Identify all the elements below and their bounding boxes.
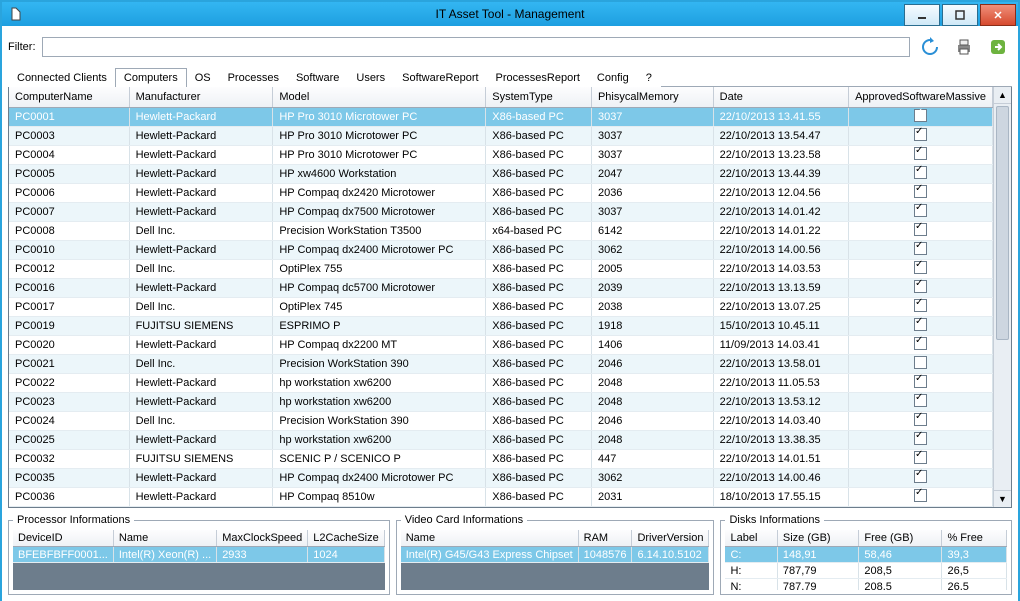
table-row[interactable]: PC0025Hewlett-Packardhp workstation xw62… — [9, 431, 993, 450]
column-header[interactable]: ApprovedSoftwareMassive — [849, 87, 993, 108]
table-row[interactable]: PC0003Hewlett-PackardHP Pro 3010 Microto… — [9, 127, 993, 146]
approved-checkbox[interactable] — [914, 280, 927, 293]
column-header[interactable]: Free (GB) — [859, 530, 942, 547]
tab-os[interactable]: OS — [186, 68, 220, 87]
table-row[interactable]: PC0001Hewlett-PackardHP Pro 3010 Microto… — [9, 108, 993, 127]
column-header[interactable]: L2CacheSize — [308, 530, 384, 547]
approved-checkbox[interactable] — [914, 147, 927, 160]
tab-softwarereport[interactable]: SoftwareReport — [393, 68, 487, 87]
approved-checkbox[interactable] — [914, 356, 927, 369]
approved-checkbox[interactable] — [914, 394, 927, 407]
approved-checkbox[interactable] — [914, 337, 927, 350]
column-header[interactable]: Name — [113, 530, 216, 547]
column-header[interactable]: Manufacturer — [129, 87, 273, 108]
approved-checkbox[interactable] — [914, 413, 927, 426]
table-row[interactable]: PC0035Hewlett-PackardHP Compaq dx2400 Mi… — [9, 469, 993, 488]
approved-checkbox[interactable] — [914, 109, 927, 122]
table-row[interactable]: N:787,79208,526,5 — [725, 579, 1006, 591]
export-icon — [988, 37, 1008, 57]
column-header[interactable]: ComputerName — [9, 87, 129, 108]
table-row[interactable]: PC0036Hewlett-PackardHP Compaq 8510wX86-… — [9, 488, 993, 507]
column-header[interactable]: DriverVersion — [632, 530, 709, 547]
column-header[interactable]: Label — [725, 530, 777, 547]
table-row[interactable]: PC0019FUJITSU SIEMENSESPRIMO PX86-based … — [9, 317, 993, 336]
tab-connected-clients[interactable]: Connected Clients — [8, 68, 116, 87]
tab-processesreport[interactable]: ProcessesReport — [487, 68, 589, 87]
approved-checkbox[interactable] — [914, 128, 927, 141]
approved-checkbox[interactable] — [914, 451, 927, 464]
table-row[interactable]: PC0020Hewlett-PackardHP Compaq dx2200 MT… — [9, 336, 993, 355]
approved-checkbox[interactable] — [914, 470, 927, 483]
table-row[interactable]: PC0021Dell Inc.Precision WorkStation 390… — [9, 355, 993, 374]
column-header[interactable]: % Free — [942, 530, 1007, 547]
approved-checkbox[interactable] — [914, 166, 927, 179]
column-header[interactable]: PhisycalMemory — [591, 87, 713, 108]
column-header[interactable]: MaxClockSpeed — [217, 530, 308, 547]
video-panel: Video Card Informations NameRAMDriverVer… — [396, 514, 715, 595]
approved-checkbox[interactable] — [914, 204, 927, 217]
main-grid: ComputerNameManufacturerModelSystemTypeP… — [8, 87, 1012, 508]
table-row[interactable]: PC0024Dell Inc.Precision WorkStation 390… — [9, 412, 993, 431]
table-row[interactable]: BFEBFBFF0001...Intel(R) Xeon(R) ...29331… — [13, 547, 384, 563]
approved-checkbox[interactable] — [914, 299, 927, 312]
window-title: IT Asset Tool - Management — [2, 7, 1018, 21]
approved-checkbox[interactable] — [914, 375, 927, 388]
tab-strip: Connected ClientsComputersOSProcessesSof… — [8, 67, 1012, 87]
approved-checkbox[interactable] — [914, 261, 927, 274]
filter-row: Filter: — [8, 33, 1012, 61]
filter-input[interactable] — [42, 37, 911, 57]
column-header[interactable]: RAM — [578, 530, 632, 547]
column-header[interactable]: DeviceID — [13, 530, 113, 547]
table-row[interactable]: PC0022Hewlett-Packardhp workstation xw62… — [9, 374, 993, 393]
table-row[interactable]: PC0012Dell Inc.OptiPlex 755X86-based PC2… — [9, 260, 993, 279]
refresh-icon — [920, 37, 940, 57]
scroll-down-arrow[interactable]: ▼ — [994, 490, 1011, 507]
processor-panel: Processor Informations DeviceIDNameMaxCl… — [8, 514, 390, 595]
filter-label: Filter: — [8, 41, 36, 53]
table-row[interactable]: H:787,79208,526,5 — [725, 563, 1006, 579]
table-row[interactable]: PC0004Hewlett-PackardHP Pro 3010 Microto… — [9, 146, 993, 165]
tab-software[interactable]: Software — [287, 68, 348, 87]
table-row[interactable]: PC0023Hewlett-Packardhp workstation xw62… — [9, 393, 993, 412]
export-button[interactable] — [984, 33, 1012, 61]
app-window: IT Asset Tool - Management Filter: Conne… — [0, 0, 1020, 601]
titlebar[interactable]: IT Asset Tool - Management — [2, 2, 1018, 26]
disks-panel-title: Disks Informations — [725, 514, 823, 526]
tab-processes[interactable]: Processes — [219, 68, 288, 87]
scroll-thumb[interactable] — [996, 106, 1009, 340]
approved-checkbox[interactable] — [914, 489, 927, 502]
print-icon — [954, 37, 974, 57]
column-header[interactable]: Model — [273, 87, 486, 108]
table-row[interactable]: Intel(R) G45/G43 Express Chipset10485766… — [401, 547, 709, 563]
table-row[interactable]: PC0032FUJITSU SIEMENSSCENIC P / SCENICO … — [9, 450, 993, 469]
column-header[interactable]: SystemType — [486, 87, 592, 108]
column-header[interactable]: Name — [401, 530, 578, 547]
table-row[interactable]: PC0010Hewlett-PackardHP Compaq dx2400 Mi… — [9, 241, 993, 260]
table-row[interactable]: PC0008Dell Inc.Precision WorkStation T35… — [9, 222, 993, 241]
print-button[interactable] — [950, 33, 978, 61]
refresh-button[interactable] — [916, 33, 944, 61]
column-header[interactable]: Size (GB) — [777, 530, 858, 547]
approved-checkbox[interactable] — [914, 318, 927, 331]
processor-panel-title: Processor Informations — [13, 514, 134, 526]
table-row[interactable]: C:148,9158,4639,3 — [725, 547, 1006, 563]
table-row[interactable]: PC0005Hewlett-PackardHP xw4600 Workstati… — [9, 165, 993, 184]
approved-checkbox[interactable] — [914, 242, 927, 255]
vertical-scrollbar[interactable]: ▲ ▼ — [993, 87, 1011, 507]
scroll-up-arrow[interactable]: ▲ — [994, 87, 1011, 104]
approved-checkbox[interactable] — [914, 432, 927, 445]
table-row[interactable]: PC0017Dell Inc.OptiPlex 745X86-based PC2… — [9, 298, 993, 317]
table-row[interactable]: PC0006Hewlett-PackardHP Compaq dx2420 Mi… — [9, 184, 993, 203]
tab-computers[interactable]: Computers — [115, 68, 187, 87]
column-header[interactable]: Date — [713, 87, 848, 108]
disks-panel: Disks Informations LabelSize (GB)Free (G… — [720, 514, 1012, 595]
tab-config[interactable]: Config — [588, 68, 638, 87]
table-row[interactable]: PC0007Hewlett-PackardHP Compaq dx7500 Mi… — [9, 203, 993, 222]
tab--[interactable]: ? — [637, 68, 661, 87]
approved-checkbox[interactable] — [914, 185, 927, 198]
tab-users[interactable]: Users — [347, 68, 394, 87]
approved-checkbox[interactable] — [914, 223, 927, 236]
table-row[interactable]: PC0016Hewlett-PackardHP Compaq dc5700 Mi… — [9, 279, 993, 298]
video-panel-title: Video Card Informations — [401, 514, 527, 526]
